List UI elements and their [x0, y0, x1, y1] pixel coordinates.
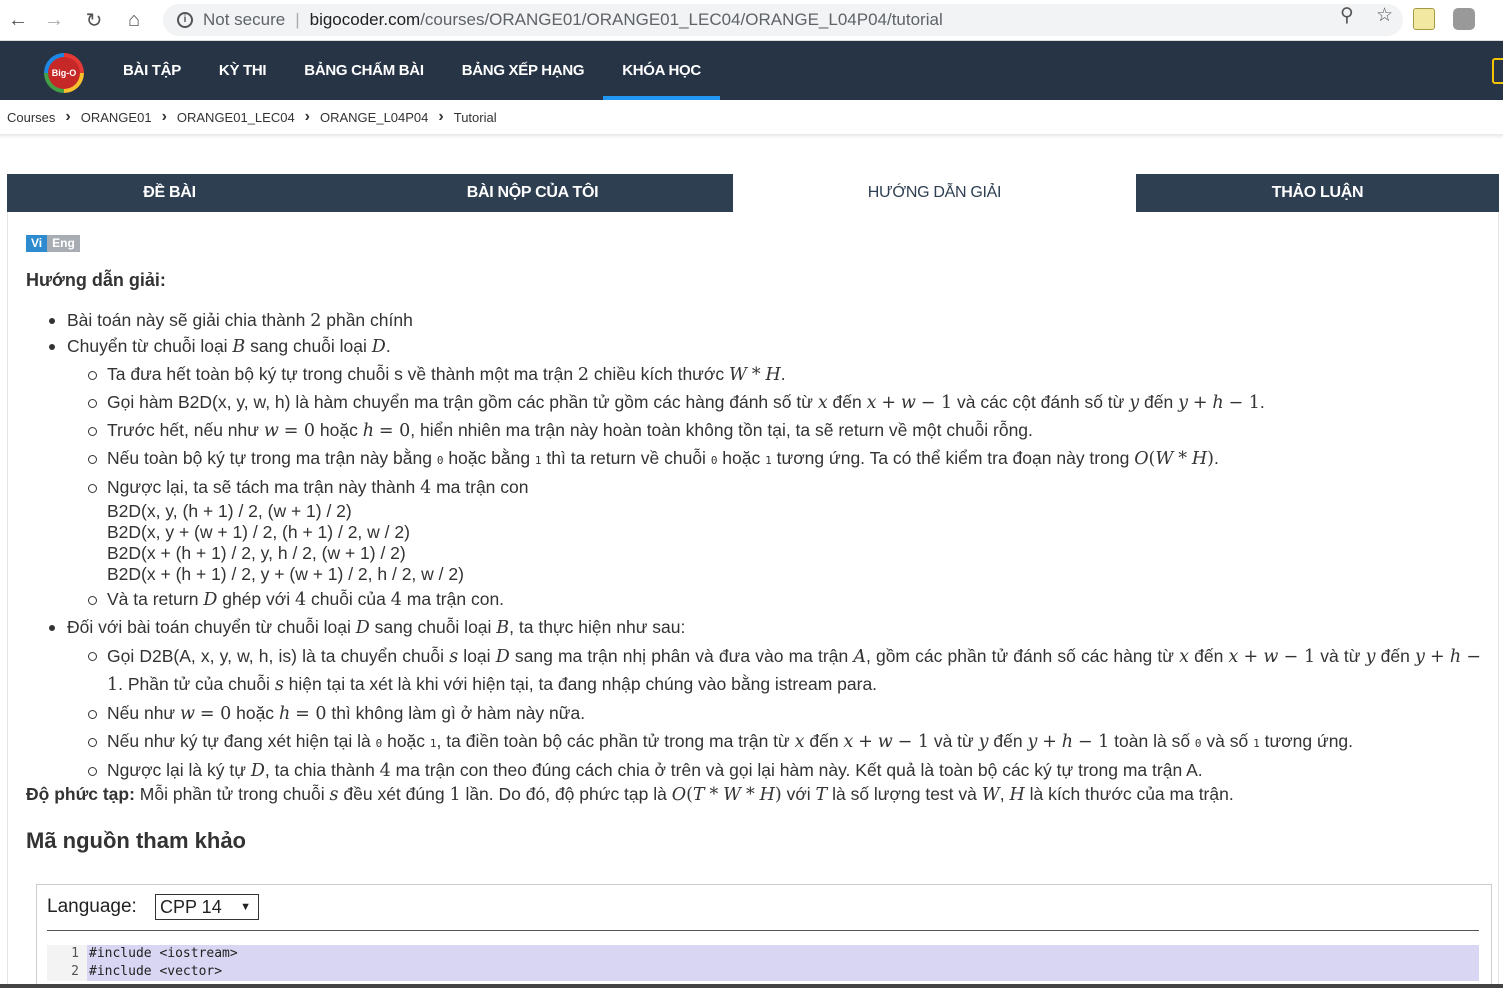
language-select-value: CPP 14: [160, 897, 222, 917]
list-item: Bài toán này sẽ giải chia thành 2 phần c…: [26, 308, 1481, 334]
nav-bang-cham-bai[interactable]: BẢNG CHẤM BÀI: [285, 41, 442, 100]
source-code-heading: Mã nguồn tham khảo: [26, 828, 246, 853]
list-item: Chuyển từ chuỗi loại B sang chuỗi loại D…: [26, 334, 1481, 613]
header-user-button[interactable]: [1492, 58, 1503, 84]
list-item: Ngược lại, ta sẽ tách ma trận này thành …: [26, 475, 1481, 585]
logo-text: Big-O: [48, 57, 80, 89]
nav-bang-xep-hang[interactable]: BẢNG XẾP HẠNG: [443, 41, 604, 100]
code-line: 1 #include <iostream>: [47, 945, 1479, 963]
home-icon[interactable]: ⌂: [120, 6, 148, 34]
bottom-bar: [0, 984, 1503, 988]
bigo-logo[interactable]: Big-O: [44, 53, 84, 93]
list-item: Gọi D2B(A, x, y, w, h, is) là ta chuyển …: [26, 643, 1481, 699]
tab-huong-dan-giai[interactable]: HƯỚNG DẪN GIẢI: [733, 174, 1136, 212]
list-item: Ta đưa hết toàn bộ ký tự trong chuỗi s v…: [26, 362, 1481, 388]
line-number: 1: [47, 945, 87, 963]
list-item: Nếu như ký tự đang xét hiện tại là 0 hoặ…: [26, 729, 1481, 756]
language-select[interactable]: CPP 14 ▼: [155, 894, 259, 920]
address-bar[interactable]: i Not secure | bigocoder.com/courses/ORA…: [163, 4, 1403, 36]
bookmark-star-icon[interactable]: ☆: [1376, 4, 1393, 27]
not-secure-label: Not secure: [203, 10, 286, 29]
list-item: Đối với bài toán chuyển từ chuỗi loại D …: [26, 615, 1481, 784]
complexity-note: Độ phức tạp: Mỗi phần tử trong chuỗi s đ…: [26, 784, 1234, 805]
tutorial-body: Bài toán này sẽ giải chia thành 2 phần c…: [26, 308, 1481, 786]
line-number: 2: [47, 963, 87, 981]
line-content: #include <iostream>: [87, 945, 1479, 963]
chevron-right-icon: ›: [304, 108, 310, 125]
nav-khoa-hoc[interactable]: KHÓA HỌC: [603, 41, 720, 100]
url-host: bigocoder.com: [309, 10, 421, 29]
code-lines: 1 #include <iostream> 2 #include <vector…: [47, 945, 1479, 981]
list-item: Và ta return D ghép với 4 chuỗi của 4 ma…: [26, 587, 1481, 613]
list-item: Ngược lại là ký tự D, ta chia thành 4 ma…: [26, 758, 1481, 784]
code-divider: [47, 930, 1479, 931]
breadcrumb-lecture[interactable]: ORANGE01_LEC04: [177, 110, 295, 125]
breadcrumb-shadow: [0, 134, 1503, 139]
list-item: Gọi hàm B2D(x, y, w, h) là hàm chuyển ma…: [26, 390, 1481, 416]
tab-thao-luan[interactable]: THẢO LUẬN: [1136, 174, 1499, 212]
language-label: Language:: [47, 896, 137, 917]
extension-notes-icon[interactable]: [1413, 8, 1435, 30]
tab-de-bai[interactable]: ĐỀ BÀI: [7, 174, 332, 212]
line-content: #include <vector>: [87, 963, 1479, 981]
chevron-right-icon: ›: [161, 108, 167, 125]
complexity-label: Độ phức tạp:: [26, 784, 135, 804]
address-separator: |: [295, 10, 300, 29]
breadcrumb-problem[interactable]: ORANGE_L04P04: [320, 110, 428, 125]
browser-toolbar: ← → ↻ ⌂ i Not secure | bigocoder.com/cou…: [0, 0, 1503, 41]
breadcrumb-course[interactable]: ORANGE01: [81, 110, 152, 125]
lang-vi-button[interactable]: Vi: [26, 235, 48, 252]
list-item: Trước hết, nếu như w = 0 hoặc h = 0, hiể…: [26, 418, 1481, 444]
code-viewer: Language: CPP 14 ▼ 1 #include <iostream>…: [36, 884, 1492, 988]
breadcrumb: Courses › ORANGE01 › ORANGE01_LEC04 › OR…: [7, 108, 497, 126]
zoom-icon[interactable]: ⚲: [1340, 4, 1354, 27]
tab-bai-nop[interactable]: BÀI NỘP CỦA TÔI: [332, 174, 733, 212]
list-item: Nếu như w = 0 hoặc h = 0 thì không làm g…: [26, 701, 1481, 727]
lang-en-button[interactable]: Eng: [47, 235, 80, 252]
code-line: 2 #include <vector>: [47, 963, 1479, 981]
list-item: Nếu toàn bộ ký tự trong ma trận này bằng…: [26, 446, 1481, 473]
nav-bai-tap[interactable]: BÀI TẬP: [104, 41, 200, 100]
caret-down-icon: ▼: [240, 901, 251, 913]
chevron-right-icon: ›: [65, 108, 71, 125]
url-path: /courses/ORANGE01/ORANGE01_LEC04/ORANGE_…: [420, 10, 943, 29]
breadcrumb-courses[interactable]: Courses: [7, 110, 55, 125]
site-header: Big-O BÀI TẬP KỲ THI BẢNG CHẤM BÀI BẢNG …: [0, 41, 1503, 100]
chevron-right-icon: ›: [438, 108, 444, 125]
nav-ky-thi[interactable]: KỲ THI: [200, 41, 285, 100]
back-icon[interactable]: ←: [4, 6, 32, 34]
forward-icon[interactable]: →: [40, 6, 68, 34]
language-toggle: Vi Eng: [26, 235, 80, 252]
extension-cube-icon[interactable]: [1453, 8, 1475, 30]
problem-tabs: ĐỀ BÀI BÀI NỘP CỦA TÔI HƯỚNG DẪN GIẢI TH…: [7, 174, 1499, 212]
reload-icon[interactable]: ↻: [80, 6, 108, 34]
tutorial-heading: Hướng dẫn giải:: [26, 270, 166, 290]
breadcrumb-current: Tutorial: [453, 109, 497, 125]
main-nav: BÀI TẬP KỲ THI BẢNG CHẤM BÀI BẢNG XẾP HẠ…: [104, 41, 720, 100]
info-icon[interactable]: i: [177, 12, 193, 28]
